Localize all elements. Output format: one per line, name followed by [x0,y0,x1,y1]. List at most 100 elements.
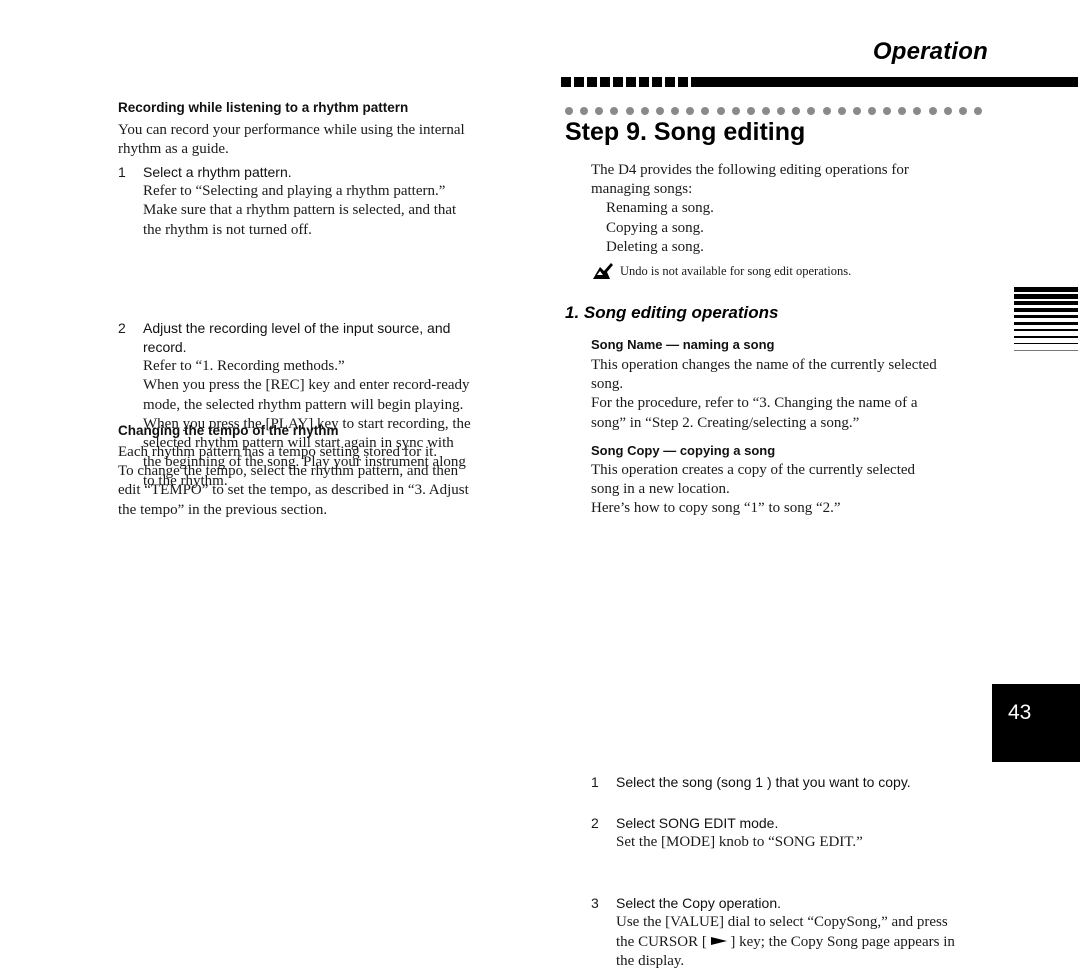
thumb-index-line [1014,308,1078,312]
song-copy-paragraph: This operation creates a copy of the cur… [591,461,991,519]
step-title: Step 9. Song editing [565,118,806,146]
rule-dot [640,107,649,115]
text-line: the CURSOR [ ] key; the Copy Song page a… [616,933,1016,952]
step-number: 1 [591,773,599,790]
song-name-paragraph: This operation changes the name of the c… [591,356,991,433]
text-line: You can record your performance while us… [118,122,465,138]
page-number-box: 43 [992,684,1080,762]
right-arrow-icon [710,933,727,952]
rule-dot [958,107,967,115]
step-number: 2 [591,814,599,831]
text-line: mode, the selected rhythm pattern will b… [143,396,464,413]
thumb-index-line [1014,322,1078,325]
rule-dot [716,107,725,115]
step-item: 1 Select a rhythm pattern. Refer to “Sel… [118,163,543,240]
header-band-square [561,77,571,87]
text-line: the rhythm is not turned off. [143,221,312,238]
rule-dot [974,107,983,115]
rule-dot [868,107,876,115]
thumb-index-line [1014,301,1078,306]
tempo-paragraph: Each rhythm pattern has a tempo setting … [118,443,518,520]
text-line: This operation creates a copy of the cur… [591,462,916,478]
rule-dot [777,107,786,115]
rule-dot [837,107,846,115]
note-text: Undo is not available for song edit oper… [620,263,852,278]
text-line: Each rhythm pattern has a tempo setting … [118,444,438,460]
rule-dot [898,107,907,115]
rule-dot [807,107,816,115]
step-label: Select the song (song 1 ) that you want … [616,773,911,790]
text-line: Use the [VALUE] dial to select “CopySong… [616,914,948,931]
thumb-index-line [1014,350,1078,351]
step-number: 3 [591,895,599,912]
thumb-index-line [1014,343,1078,345]
text-line: Here’s how to copy song “1” to song “2.” [591,500,841,517]
rule-dot [580,107,589,115]
step-body: Set the [MODE] knob to “SONG EDIT.” [616,834,863,851]
rule-dot [671,107,680,115]
operation-item: Copying a song. [606,219,704,236]
operation-item: Renaming a song. [606,200,714,217]
rule-dot [913,107,922,115]
text-line: the display. [616,952,685,969]
text-line: edit “TEMPO” to set the tempo, as descri… [118,482,469,499]
header-band-square [678,77,688,87]
text-line: Make sure that a rhythm pattern is selec… [143,202,457,219]
rule-dot [883,107,892,115]
text-line: song. [591,376,624,393]
page-number: 43 [1008,701,1032,724]
step-item: 1 Select the song (song 1 ) that you wan… [591,773,1016,792]
header-band-square [587,77,597,87]
rule-dot [595,107,604,115]
section-title: 1. Song editing operations [565,303,779,322]
section-header-title: Operation [872,38,988,65]
rule-dot [625,107,634,115]
text-fragment: ] key; the Copy Song page appears in [726,933,955,950]
text-line: the tempo” in the previous section. [118,501,328,518]
rule-dot [565,107,573,115]
text-line: For the procedure, refer to “3. Changing… [591,395,918,412]
dotted-rule [565,107,995,115]
rule-dot [822,107,831,115]
step-body: Refer to “Selecting and playing a rhythm… [143,182,543,240]
thumb-index-line [1014,329,1078,332]
subheading-changing-tempo: Changing the tempo of the rhythm [118,423,339,438]
note: Undo is not available for song edit oper… [592,262,851,280]
header-band-square [626,77,636,87]
text-line: The D4 provides the following editing op… [591,162,909,178]
text-fragment: the CURSOR [ [616,933,711,950]
rule-dot [731,107,740,115]
step-item: 3 Select the Copy operation. Use the [VA… [591,894,1016,971]
rule-dot [943,107,952,115]
thumb-index-line [1014,287,1078,292]
step-label: record. [143,339,187,356]
step-number: 2 [118,319,126,336]
step-body: Use the [VALUE] dial to select “CopySong… [616,913,1016,971]
header-band-square [600,77,610,87]
rule-dot [610,107,619,115]
rule-dot [928,107,937,115]
header-band [561,77,1080,87]
rule-dot [761,107,770,115]
header-band-square [613,77,623,87]
text-line: Refer to “1. Recording methods.” [143,358,345,375]
text-line: When you press the [REC] key and enter r… [143,377,470,394]
header-band-square [665,77,675,87]
step-label: Select the Copy operation. [616,895,781,912]
header-band-bar [691,77,1078,87]
step-item: 2 Select SONG EDIT mode. Set the [MODE] … [591,814,1016,852]
text-line: song in a new location. [591,481,730,498]
text-line: To change the tempo, select the rhythm p… [118,463,459,480]
thumb-index-line [1014,315,1078,319]
step-label: Select SONG EDIT mode. [616,814,779,831]
rule-dot [701,107,710,115]
subheading-song-copy: Song Copy — copying a song [591,443,776,458]
note-icon [592,262,616,280]
rule-dot [852,107,861,115]
subheading-recording-rhythm: Recording while listening to a rhythm pa… [118,100,409,115]
rule-dot [746,107,755,115]
rule-dot [686,107,695,115]
step-number: 1 [118,164,126,180]
step-label: Select a rhythm pattern. [143,164,292,180]
intro-paragraph: You can record your performance while us… [118,121,518,159]
